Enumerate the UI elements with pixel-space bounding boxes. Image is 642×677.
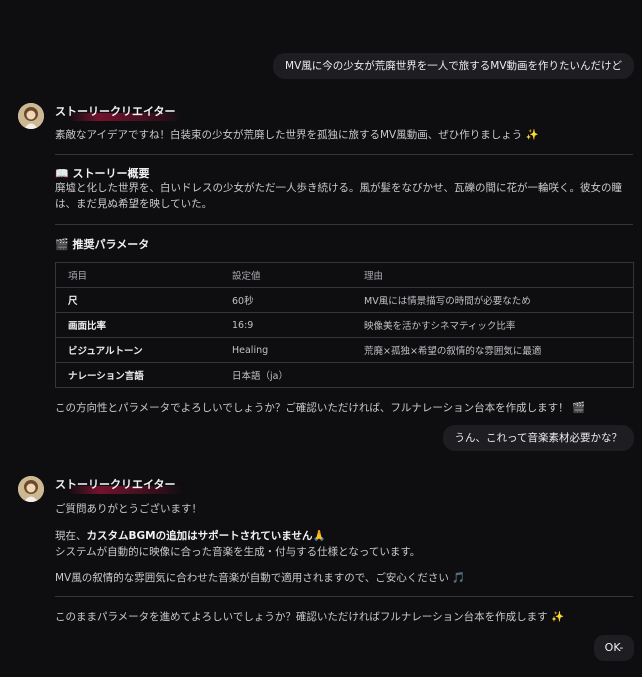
table-cell-value: Healing	[220, 337, 352, 363]
table-row: ナレーション言語 日本語（ja）	[55, 362, 634, 388]
clapperboard-icon: 🎬	[55, 238, 69, 251]
story-summary-text: 廃墟と化した世界を、白いドレスの少女がただ一人歩き続ける。風が髪をなびかせ、瓦礫…	[55, 182, 622, 210]
table-row: ビジュアルトーン Healing 荒廃×孤独×希望の叙情的な雰囲気に最適	[55, 337, 634, 363]
table-header-row: 項目 設定値 理由	[55, 262, 634, 288]
assistant-avatar	[18, 103, 44, 129]
divider	[55, 224, 633, 225]
table-row: 画面比率 16:9 映像美を活かすシネマティック比率	[55, 312, 634, 338]
auto-music-text: システムが自動的に映像に合った音楽を生成・付与する仕様となっています。	[55, 546, 421, 558]
table-cell-reason: 荒廃×孤独×希望の叙情的な雰囲気に最適	[352, 337, 634, 363]
table-cell-item: 尺	[55, 287, 220, 313]
music-notes-icon: 🎵	[452, 572, 466, 584]
divider	[55, 596, 633, 597]
folded-hands-icon: 🙏	[312, 530, 326, 542]
table-cell-item: 画面比率	[55, 312, 220, 338]
assistant-closing-text: このままパラメータを進めてよろしいでしょうか？確認いただければフルナレーション台…	[55, 611, 565, 623]
table-cell-reason: 映像美を活かすシネマティック比率	[352, 312, 634, 338]
clapperboard-icon: 🎬	[572, 402, 586, 414]
table-cell-item: ナレーション言語	[55, 362, 220, 388]
column-header-item: 項目	[55, 262, 220, 288]
user-message-bubble: MV風に今の少女が荒廃世界を一人で旅するMV動画を作りたいんだけど	[273, 53, 634, 79]
assistant-thanks-text: ご質問ありがとうございます！	[55, 503, 202, 515]
divider	[55, 154, 633, 155]
sparkles-icon: ✨	[551, 611, 565, 623]
recommended-params-heading: 🎬 推奨パラメータ	[55, 238, 150, 251]
story-summary-heading: 📖 ストーリー概要	[55, 167, 150, 180]
sparkles-icon: ✨	[525, 129, 539, 141]
assistant-name: ストーリークリエイター	[55, 476, 182, 494]
assistant-closing-text: この方向性とパラメータでよろしいでしょうか？ご確認いただければ、フルナレーション…	[55, 402, 586, 414]
column-header-value: 設定値	[220, 262, 352, 288]
bgm-support-notice: 現在、カスタムBGMの追加はサポートされていません🙏	[55, 530, 326, 542]
table-cell-value: 60秒	[220, 287, 352, 313]
table-cell-value: 日本語（ja）	[220, 362, 352, 388]
user-message-bubble: うん、これって音楽素材必要かな？	[442, 425, 634, 451]
assistant-intro-text: 素敵なアイデアですね！白装束の少女が荒廃した世界を孤独に旅するMV風動画、ぜひ作…	[55, 129, 539, 141]
book-icon: 📖	[55, 167, 69, 180]
assistant-name: ストーリークリエイター	[55, 103, 182, 121]
table-row: 尺 60秒 MV風には情景描写の時間が必要なため	[55, 287, 634, 313]
table-cell-item: ビジュアルトーン	[55, 337, 220, 363]
assistant-avatar	[18, 476, 44, 502]
table-cell-reason	[352, 362, 634, 388]
column-header-reason: 理由	[352, 262, 634, 288]
user-message-bubble: OK-	[594, 635, 634, 661]
table-cell-value: 16:9	[220, 312, 352, 338]
table-cell-reason: MV風には情景描写の時間が必要なため	[352, 287, 634, 313]
params-table: 項目 設定値 理由 尺 60秒 MV風には情景描写の時間が必要なため 画面比率 …	[55, 262, 634, 388]
chat-page: MV風に今の少女が荒廃世界を一人で旅するMV動画を作りたいんだけど ストーリーク…	[0, 0, 642, 677]
reassurance-text: MV風の叙情的な雰囲気に合わせた音楽が自動で適用されますので、ご安心ください 🎵	[55, 572, 466, 584]
